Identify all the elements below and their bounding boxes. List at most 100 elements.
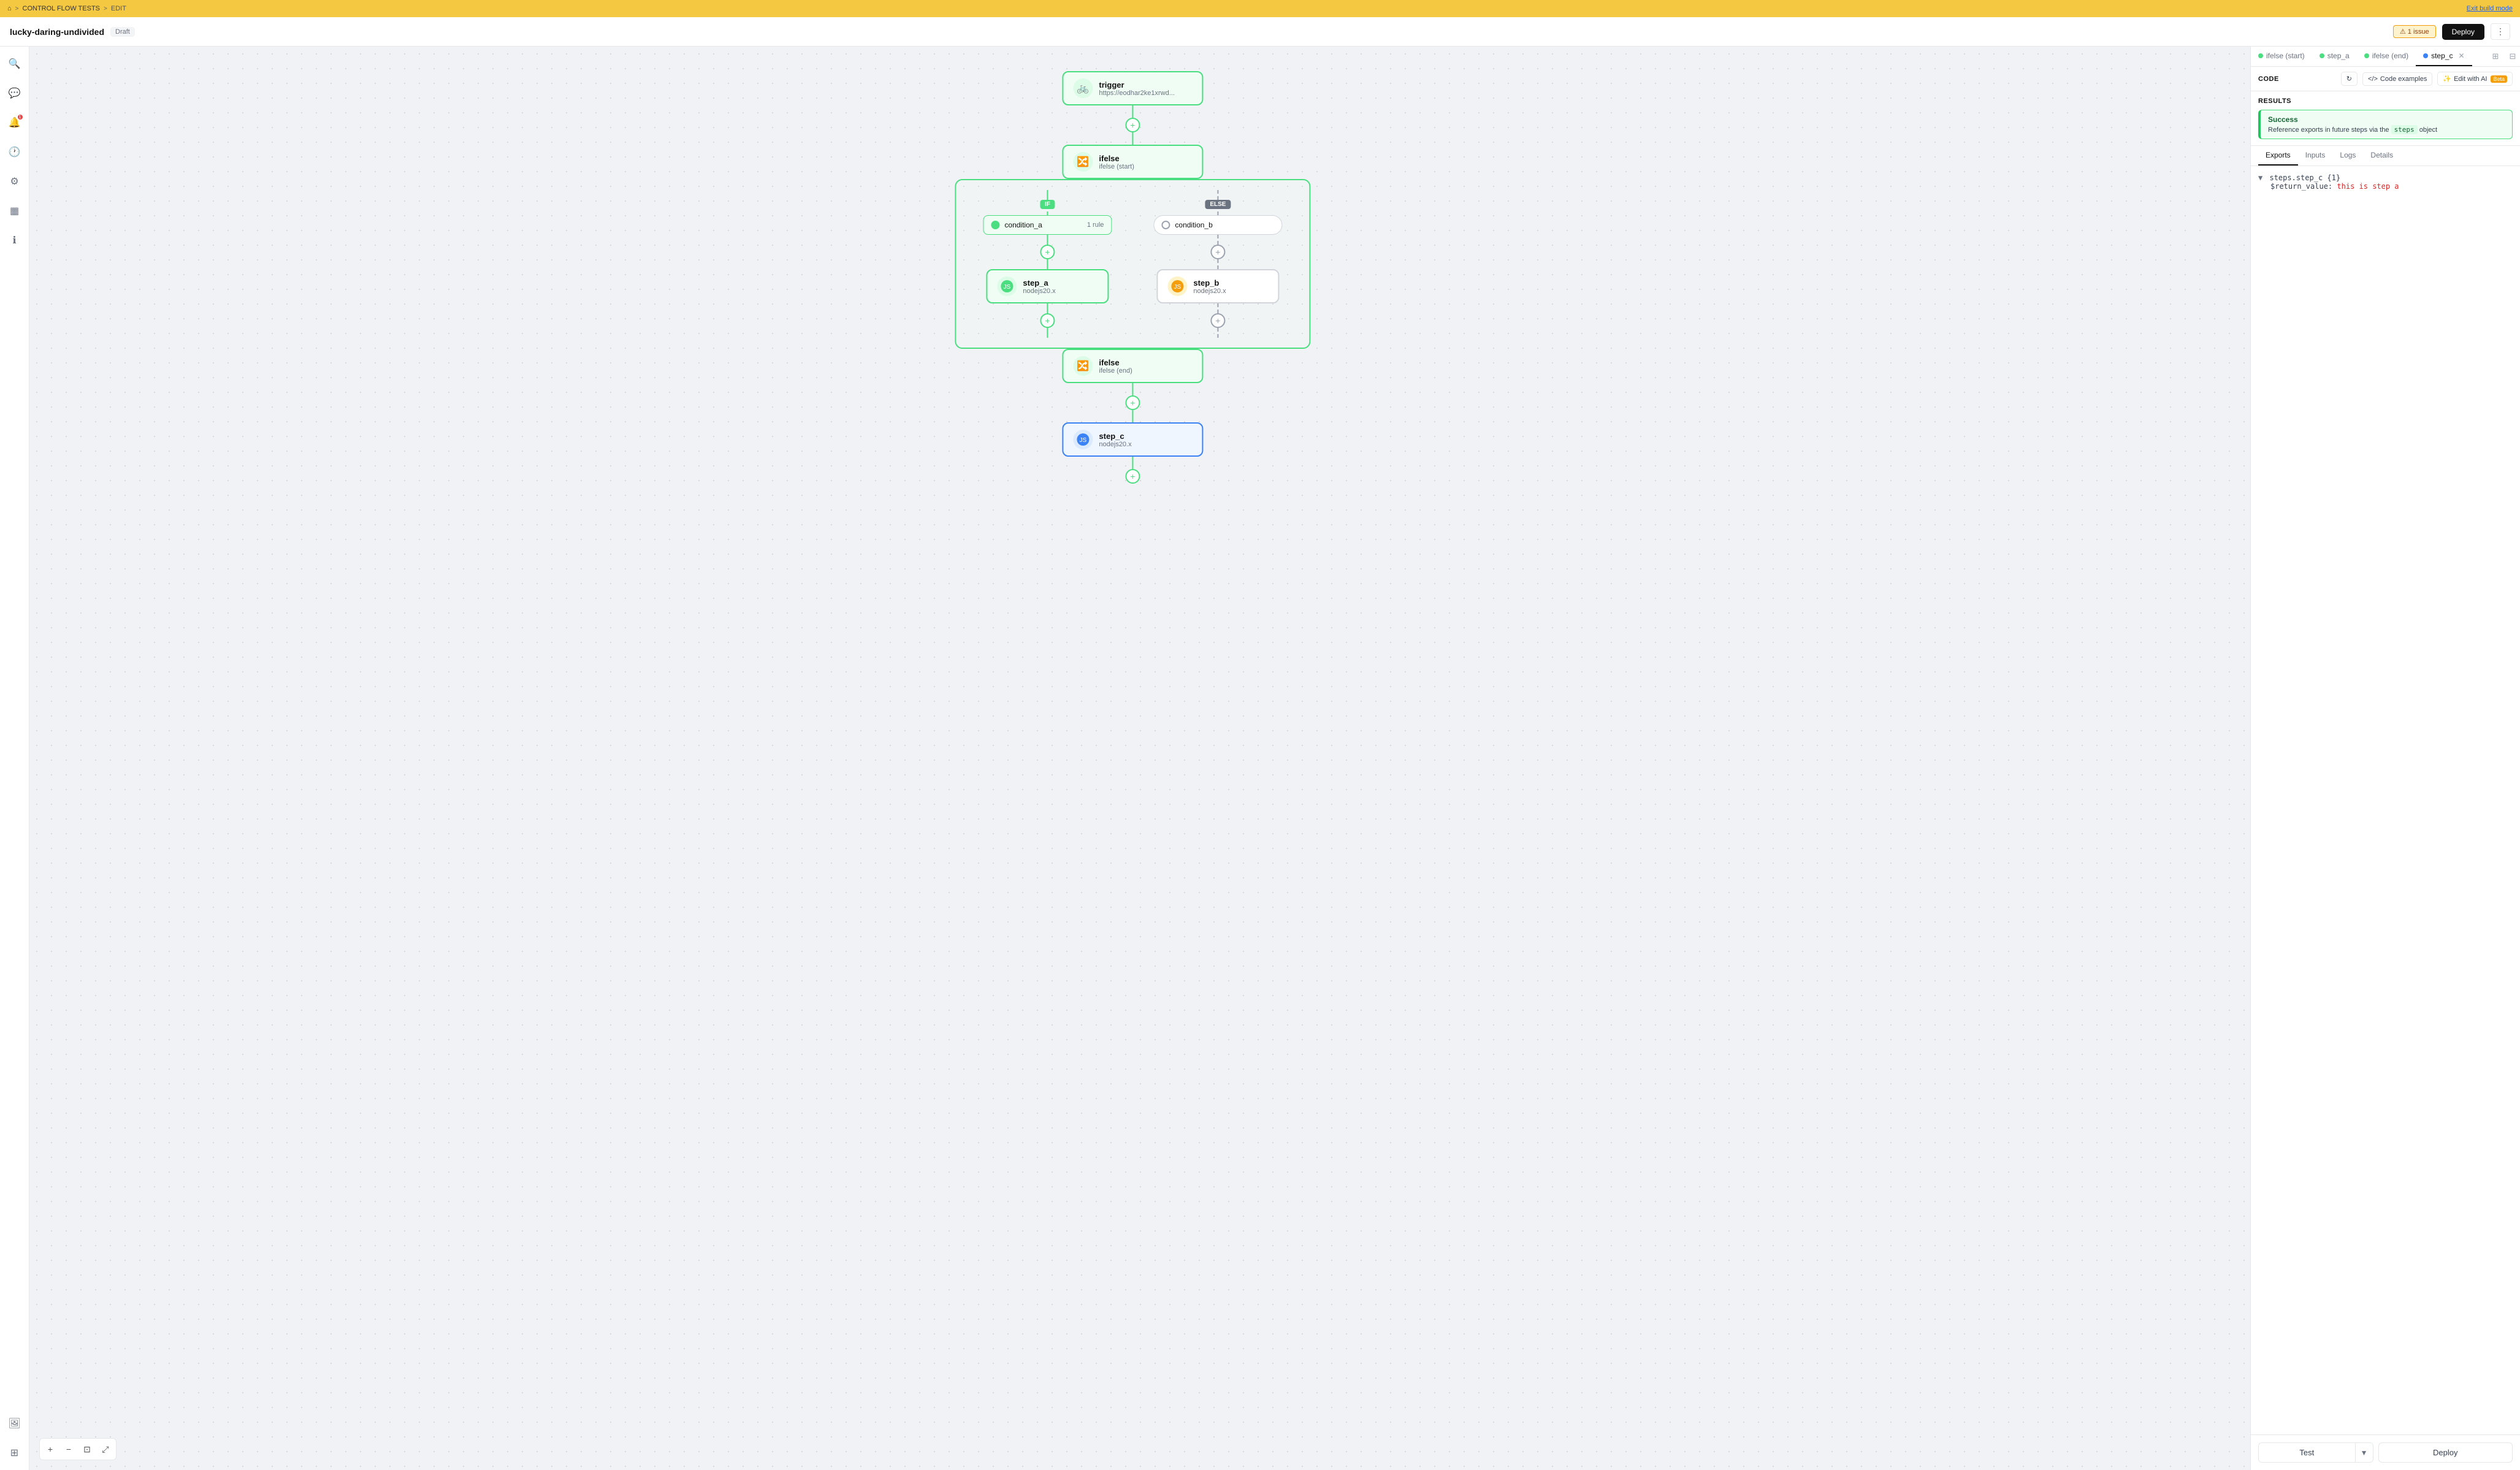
top-bar: ⌂ > CONTROL FLOW TESTS > EDIT Exit build… xyxy=(0,0,2520,17)
step-c-icon: JS xyxy=(1073,430,1093,449)
edit-ai-btn[interactable]: ✨ Edit with AI Beta xyxy=(2437,72,2513,86)
svg-text:JS: JS xyxy=(1004,284,1011,291)
svg-text:JS: JS xyxy=(1174,284,1182,291)
connector-ifelse-if xyxy=(1047,190,1048,200)
tab-step-c[interactable]: step_c ✕ xyxy=(2416,47,2472,66)
condition-a-dot xyxy=(991,221,999,229)
result-tab-logs[interactable]: Logs xyxy=(2332,146,2363,166)
add-btn-after-step-a[interactable]: + xyxy=(1040,313,1055,328)
sidebar-icon-terminal[interactable]: ⊞ xyxy=(5,1443,25,1463)
condition-b-label: condition_b xyxy=(1175,221,1212,229)
deploy-panel-button[interactable]: Deploy xyxy=(2378,1442,2513,1463)
zoom-in-btn[interactable]: + xyxy=(42,1441,58,1457)
export-key: steps.step_c {1} xyxy=(2269,173,2340,182)
condition-b-node[interactable]: condition_b xyxy=(1153,215,1282,235)
c9 xyxy=(1217,235,1218,245)
ifelse-start-node[interactable]: 🔀 ifelse ifelse (start) xyxy=(1062,145,1203,179)
code-examples-btn[interactable]: </> Code examples xyxy=(2362,72,2432,86)
ifelse-end-node[interactable]: 🔀 ifelse ifelse (end) xyxy=(1062,349,1203,383)
right-panel: ifelse (start) step_a ifelse (end) step_… xyxy=(2250,47,2520,1470)
tab-dot-step-c xyxy=(2423,53,2428,58)
export-row-value: $return_value: this is step a xyxy=(2270,182,2513,191)
workflow-name: lucky-daring-undivided xyxy=(10,27,104,37)
sidebar-icon-search[interactable]: 🔍 xyxy=(5,54,25,74)
code-icon: </> xyxy=(2368,75,2378,83)
success-banner: Success Reference exports in future step… xyxy=(2258,110,2513,139)
result-tab-exports[interactable]: Exports xyxy=(2258,146,2298,166)
tab-ifelse-end[interactable]: ifelse (end) xyxy=(2357,47,2416,66)
deploy-button[interactable]: Deploy xyxy=(2442,24,2484,40)
trigger-node-icon: 🚲 xyxy=(1073,78,1093,98)
result-tab-inputs[interactable]: Inputs xyxy=(2298,146,2333,166)
left-sidebar: 🔍 💬 🔔 1 🕐 ⚙ ▦ ℹ 🖼 ⊞ xyxy=(0,47,29,1470)
step-c-text: step_c nodejs20.x xyxy=(1099,432,1131,448)
export-row-key: ▼ steps.step_c {1} xyxy=(2258,173,2513,182)
canvas-controls: + − ⊡ ⤢ xyxy=(39,1438,116,1460)
add-btn-after-step-c[interactable]: + xyxy=(1125,469,1140,484)
trigger-node-text: trigger https://eodhar2ke1xrwd... xyxy=(1099,80,1175,97)
tab-dot-ifelse-end xyxy=(2364,53,2369,58)
refresh-btn[interactable]: ↻ xyxy=(2341,72,2358,86)
return-value: this is step a xyxy=(2337,182,2399,191)
sidebar-icon-image[interactable]: 🖼 xyxy=(5,1414,25,1433)
ifelse-start-text: ifelse ifelse (start) xyxy=(1099,154,1134,170)
ai-beta-badge: Beta xyxy=(2491,75,2507,83)
tab-step-a[interactable]: step_a xyxy=(2312,47,2357,66)
test-dropdown-btn[interactable]: ▼ xyxy=(2355,1443,2373,1462)
main-layout: 🔍 💬 🔔 1 🕐 ⚙ ▦ ℹ 🖼 ⊞ 🚲 trigger https://eo… xyxy=(0,47,2520,1470)
sidebar-icon-history[interactable]: 🕐 xyxy=(5,142,25,162)
step-a-node[interactable]: JS step_a nodejs20.x xyxy=(986,269,1109,303)
sidebar-icon-grid[interactable]: ▦ xyxy=(5,201,25,221)
exit-build-mode-btn[interactable]: Exit build mode xyxy=(2467,5,2513,12)
sidebar-icon-alert[interactable]: 🔔 1 xyxy=(5,113,25,132)
panel-split-btn[interactable]: ⊞ xyxy=(2488,49,2503,64)
results-label: RESULTS xyxy=(2258,97,2513,105)
tab-close-step-c[interactable]: ✕ xyxy=(2458,51,2464,60)
notification-dot: 1 xyxy=(18,115,23,120)
fit-view-btn[interactable]: ⊡ xyxy=(79,1441,95,1457)
issue-badge[interactable]: ⚠ 1 issue xyxy=(2393,25,2436,38)
canvas[interactable]: 🚲 trigger https://eodhar2ke1xrwd... + 🔀 … xyxy=(29,47,2250,1470)
home-icon[interactable]: ⌂ xyxy=(7,5,12,12)
step-b-node[interactable]: JS step_b nodejs20.x xyxy=(1156,269,1279,303)
tab-dot-ifelse-start xyxy=(2258,53,2263,58)
trigger-node[interactable]: 🚲 trigger https://eodhar2ke1xrwd... xyxy=(1062,71,1203,105)
c6 xyxy=(1047,303,1048,313)
panel-footer: Test ▼ Deploy xyxy=(2251,1434,2520,1470)
sidebar-icon-info[interactable]: ℹ xyxy=(5,230,25,250)
connector2 xyxy=(1132,132,1133,145)
test-button[interactable]: Test xyxy=(2259,1443,2355,1462)
add-btn-condition-a[interactable]: + xyxy=(1040,245,1055,259)
sidebar-icon-settings[interactable]: ⚙ xyxy=(5,172,25,191)
refresh-icon: ↻ xyxy=(2346,75,2352,83)
add-btn-after-trigger[interactable]: + xyxy=(1125,118,1140,132)
if-badge: IF xyxy=(1040,200,1055,209)
step-b-icon: JS xyxy=(1167,276,1187,296)
panel-expand-btn[interactable]: ⊟ xyxy=(2505,49,2520,64)
add-btn-condition-b[interactable]: + xyxy=(1210,245,1225,259)
fullscreen-btn[interactable]: ⤢ xyxy=(97,1441,113,1457)
panel-toolbar: CODE ↻ </> Code examples ✨ Edit with AI … xyxy=(2251,67,2520,91)
sidebar-icon-comment[interactable]: 💬 xyxy=(5,83,25,103)
test-btn-group: Test ▼ xyxy=(2258,1442,2373,1463)
code-label: CODE xyxy=(2258,75,2279,83)
return-value-key: $return_value: xyxy=(2270,182,2332,191)
step-b-text: step_b nodejs20.x xyxy=(1193,278,1226,295)
more-options-button[interactable]: ⋮ xyxy=(2491,23,2510,40)
add-btn-after-step-b[interactable]: + xyxy=(1210,313,1225,328)
header-right: ⚠ 1 issue Deploy ⋮ xyxy=(2393,23,2510,40)
zoom-out-btn[interactable]: − xyxy=(61,1441,77,1457)
expand-icon[interactable]: ▼ xyxy=(2258,173,2262,182)
project-name[interactable]: CONTROL FLOW TESTS xyxy=(23,5,101,12)
header: lucky-daring-undivided Draft ⚠ 1 issue D… xyxy=(0,17,2520,47)
else-badge: ELSE xyxy=(1205,200,1231,209)
step-c-node[interactable]: JS step_c nodejs20.x xyxy=(1062,422,1203,457)
c10 xyxy=(1217,259,1218,269)
result-tab-details[interactable]: Details xyxy=(2363,146,2400,166)
ifelse-end-text: ifelse ifelse (end) xyxy=(1099,358,1132,375)
add-btn-after-ifelse-end[interactable]: + xyxy=(1125,395,1140,410)
result-tabs: Exports Inputs Logs Details xyxy=(2251,146,2520,166)
connector-trigger-ifelse xyxy=(1132,105,1133,118)
condition-a-node[interactable]: condition_a 1 rule xyxy=(983,215,1112,235)
tab-ifelse-start[interactable]: ifelse (start) xyxy=(2251,47,2312,66)
